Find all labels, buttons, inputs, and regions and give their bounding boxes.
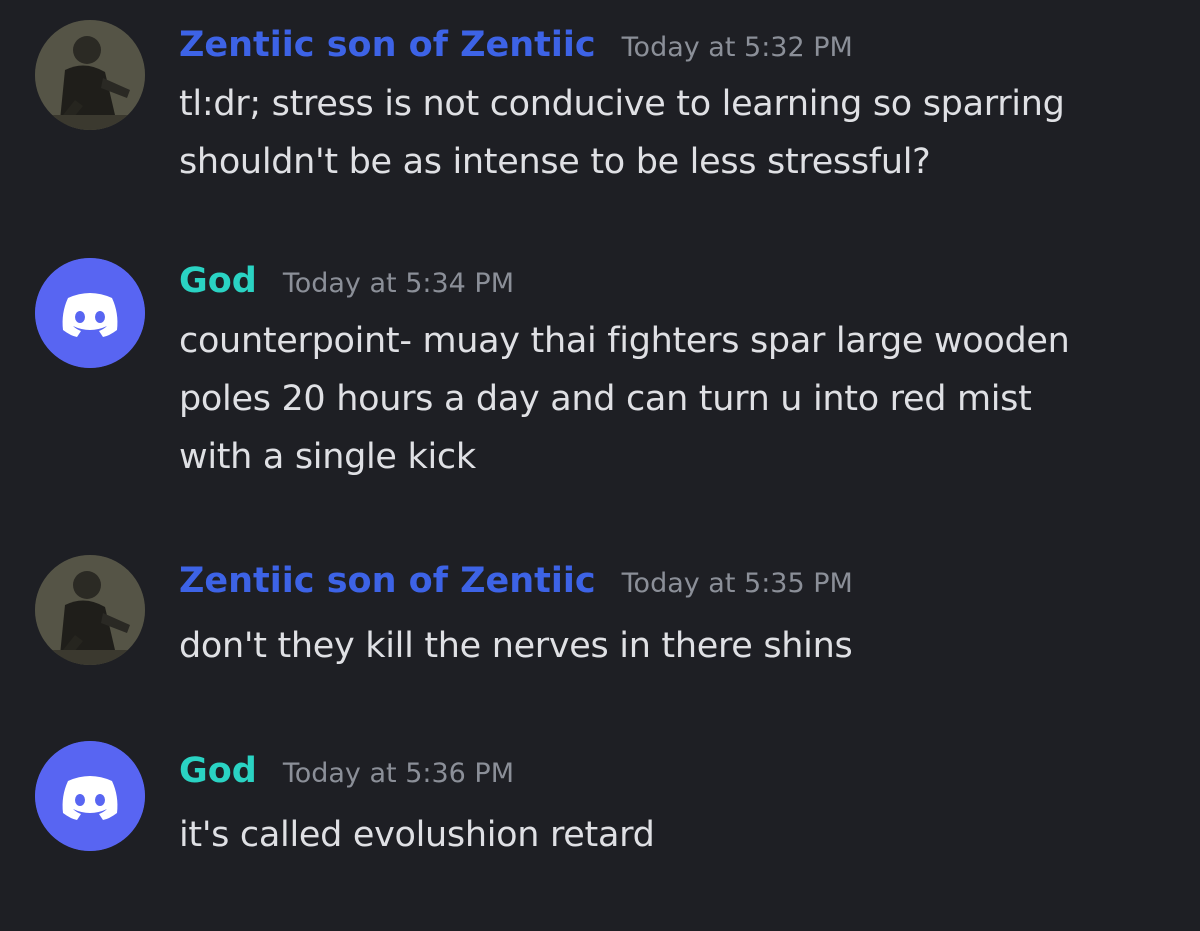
user-photo-icon: [35, 20, 145, 130]
username[interactable]: Zentiic son of Zentiic: [179, 22, 596, 68]
message-content: tl:dr; stress is not conducive to learni…: [179, 75, 1179, 191]
message-line: tl:dr; stress is not conducive to learni…: [179, 84, 1065, 124]
avatar[interactable]: [35, 258, 145, 368]
message-content: it's called evolushion retard: [179, 806, 1179, 864]
avatar[interactable]: [35, 20, 145, 130]
timestamp: Today at 5:35 PM: [621, 568, 853, 599]
chat-message-list: Zentiic son of Zentiic Today at 5:32 PM …: [0, 0, 1200, 931]
user-photo-icon: [35, 555, 145, 665]
message-line: with a single kick: [179, 437, 476, 477]
message-line: shouldn't be as intense to be less stres…: [179, 142, 931, 182]
username[interactable]: God: [179, 258, 257, 304]
timestamp: Today at 5:34 PM: [282, 268, 515, 299]
message-content: don't they kill the nerves in there shin…: [179, 617, 1179, 675]
message-line: poles 20 hours a day and can turn u into…: [179, 379, 1032, 419]
username[interactable]: God: [179, 748, 257, 794]
discord-icon: [35, 258, 145, 368]
timestamp: Today at 5:36 PM: [282, 758, 515, 789]
message-line: it's called evolushion retard: [179, 815, 655, 855]
avatar[interactable]: [35, 555, 145, 665]
message-content: counterpoint- muay thai fighters spar la…: [179, 312, 1179, 486]
timestamp: Today at 5:32 PM: [621, 32, 853, 63]
discord-icon: [35, 741, 145, 851]
avatar[interactable]: [35, 741, 145, 851]
message-line: don't they kill the nerves in there shin…: [179, 626, 853, 666]
message-line: counterpoint- muay thai fighters spar la…: [179, 321, 1070, 361]
username[interactable]: Zentiic son of Zentiic: [179, 558, 596, 604]
